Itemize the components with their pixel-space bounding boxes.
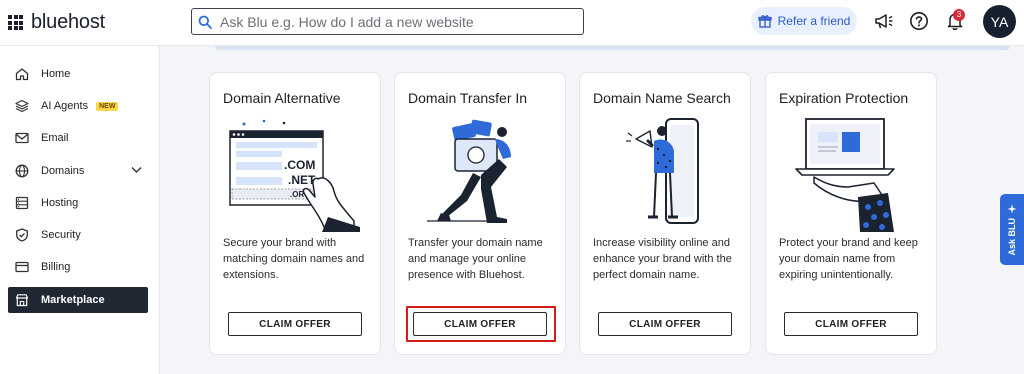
- sidebar-item-label: Billing: [41, 261, 71, 273]
- chevron-down-icon[interactable]: [131, 166, 142, 174]
- announcement-button[interactable]: [873, 10, 895, 32]
- gift-icon: [757, 15, 772, 28]
- card-title: Domain Name Search: [593, 90, 731, 106]
- billing-icon: [15, 261, 29, 273]
- card-title: Domain Transfer In: [408, 90, 528, 106]
- store-icon: [15, 294, 29, 307]
- search-icon: [198, 15, 212, 29]
- user-avatar[interactable]: YA: [983, 5, 1016, 38]
- top-bar: bluehost Refer a friend 3 YA: [0, 0, 1024, 46]
- top-strip: [215, 46, 1010, 50]
- offer-card-domain-transfer-in: Domain Transfer In Transfer your domain …: [394, 72, 566, 355]
- shield-icon: [16, 228, 28, 242]
- ask-blu-label: Ask BLU: [1007, 217, 1017, 256]
- sidebar-item-label: Home: [41, 68, 71, 80]
- person-carrying-box-illustration: [427, 119, 511, 223]
- main-content: Domain Alternative .COM .NET .ORG Secure…: [160, 46, 1024, 374]
- bluehost-logo[interactable]: bluehost: [8, 11, 105, 34]
- phone-megaphone-illustration: [626, 118, 699, 224]
- tld-com: .COM: [284, 158, 315, 172]
- megaphone-icon: [875, 14, 893, 29]
- sidebar-item-ai-agents[interactable]: AI Agents NEW: [8, 93, 148, 119]
- sidebar: Home AI Agents NEW Email Domains Hosting…: [0, 46, 160, 374]
- mail-icon: [15, 132, 29, 144]
- card-description: Secure your brand with matching domain n…: [223, 237, 365, 281]
- laptop-hand-illustration: [795, 118, 895, 232]
- home-icon: [15, 68, 29, 81]
- card-title: Domain Alternative: [223, 90, 341, 106]
- refer-a-friend-button[interactable]: Refer a friend: [751, 7, 857, 35]
- help-icon: [910, 12, 928, 30]
- claim-offer-button[interactable]: CLAIM OFFER: [598, 312, 732, 336]
- sidebar-item-billing[interactable]: Billing: [8, 254, 148, 280]
- sidebar-item-label: Email: [41, 132, 69, 144]
- sidebar-item-label: Domains: [41, 165, 85, 177]
- logo-grid-icon: [8, 15, 23, 30]
- sidebar-item-security[interactable]: Security: [8, 222, 148, 248]
- tld-net: .NET: [288, 173, 316, 187]
- sidebar-item-label: Hosting: [41, 197, 79, 209]
- sidebar-item-label: Security: [41, 229, 81, 241]
- offer-card-expiration-protection: Expiration Protection Protect your brand…: [765, 72, 937, 355]
- refer-label: Refer a friend: [777, 14, 851, 28]
- card-description: Protect your brand and keep your domain …: [779, 237, 918, 281]
- logo-text: bluehost: [31, 11, 106, 33]
- notification-badge: 3: [953, 9, 965, 21]
- globe-icon: [15, 164, 29, 178]
- sidebar-item-label: Marketplace: [41, 294, 105, 306]
- search-input[interactable]: [220, 13, 560, 30]
- layers-icon: [15, 99, 29, 113]
- highlight-box: [406, 306, 556, 342]
- server-icon: [15, 196, 29, 210]
- help-button[interactable]: [908, 10, 930, 32]
- claim-offer-button[interactable]: CLAIM OFFER: [228, 312, 362, 336]
- sidebar-item-label: AI Agents: [41, 100, 89, 112]
- search-box[interactable]: [191, 8, 584, 35]
- sparkle-icon: [1007, 204, 1017, 214]
- sidebar-item-hosting[interactable]: Hosting: [8, 190, 148, 216]
- sidebar-item-email[interactable]: Email: [8, 125, 148, 151]
- new-badge: NEW: [96, 101, 119, 111]
- offer-card-domain-alternative: Domain Alternative .COM .NET .ORG Secure…: [209, 72, 381, 355]
- sidebar-item-domains[interactable]: Domains: [8, 158, 148, 184]
- card-description: Transfer your domain name and manage you…: [408, 237, 543, 281]
- sidebar-item-marketplace[interactable]: Marketplace: [8, 287, 148, 313]
- card-description: Increase visibility online and enhance y…: [593, 237, 732, 281]
- claim-offer-button[interactable]: CLAIM OFFER: [784, 312, 918, 336]
- ask-blu-tab[interactable]: Ask BLU: [1000, 194, 1024, 265]
- offer-card-domain-name-search: Domain Name Search Increase visibility o…: [579, 72, 751, 355]
- domain-extensions-illustration: .COM .NET .ORG: [229, 119, 360, 232]
- sidebar-item-home[interactable]: Home: [8, 61, 148, 87]
- card-title: Expiration Protection: [779, 90, 909, 106]
